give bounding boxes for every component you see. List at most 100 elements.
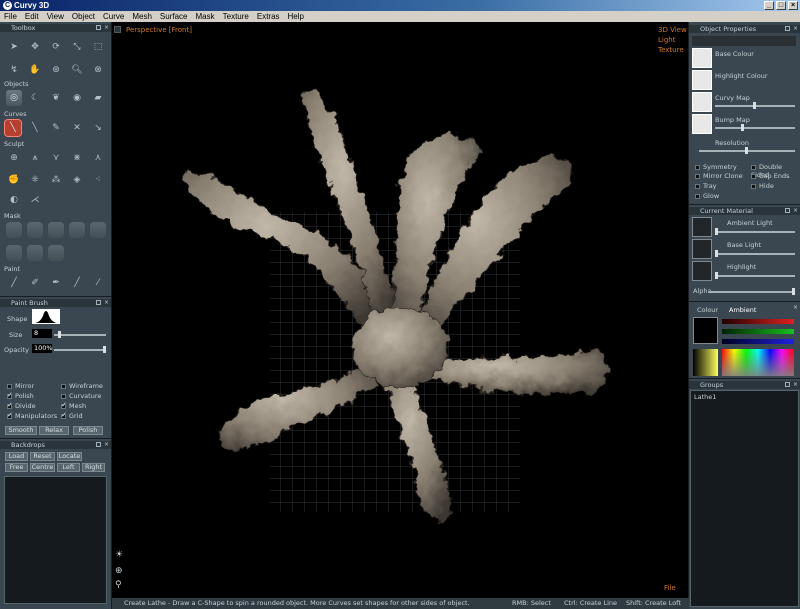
red-channel-slider[interactable] [722, 319, 794, 324]
menu-mask[interactable]: Mask [192, 11, 219, 22]
sculpt-inflate-icon[interactable]: ⋌ [27, 192, 43, 208]
alpha-slider[interactable] [709, 288, 795, 295]
file-label[interactable]: File [664, 584, 676, 592]
sculpt-flatten-icon[interactable]: ⋏ [90, 150, 106, 166]
opacity-input[interactable]: 100% [32, 344, 53, 353]
twist-icon[interactable]: ↯ [6, 62, 22, 78]
size-input[interactable]: 8 [32, 329, 52, 338]
mirror-clone-checkbox[interactable]: Mirror Clone [695, 172, 743, 180]
bump-map-slider[interactable] [715, 124, 795, 131]
menu-texture[interactable]: Texture [219, 11, 253, 22]
rotate-icon[interactable]: ⟳ [48, 39, 64, 55]
sculpt-eye-icon[interactable]: ◈ [69, 172, 85, 188]
pin-icon[interactable] [96, 442, 101, 447]
highlight-swatch[interactable] [692, 261, 712, 281]
manipulators-checkbox[interactable]: Manipulators [7, 411, 57, 420]
mask-tool-4-icon[interactable] [69, 222, 85, 238]
minimize-button[interactable]: _ [764, 1, 774, 10]
curve-draw-icon[interactable]: ╲ [4, 119, 22, 137]
close-icon[interactable]: × [793, 207, 798, 215]
wireframe-checkbox[interactable]: Wireframe [61, 382, 103, 390]
base-light-swatch[interactable] [692, 239, 712, 259]
polish-button[interactable]: Polish [73, 426, 103, 435]
close-icon[interactable]: × [104, 441, 109, 449]
close-icon[interactable]: × [793, 304, 798, 311]
sculpt-crease-icon[interactable]: ◐ [6, 192, 22, 208]
glow-checkbox[interactable]: Glow [695, 192, 719, 200]
menu-view[interactable]: View [43, 11, 68, 22]
sculpt-spread-icon[interactable]: ⁜ [27, 172, 43, 188]
paint-dropper-icon[interactable]: ✒ [48, 275, 64, 291]
locate-button[interactable]: Locate [57, 452, 82, 461]
paint-pencil-icon[interactable]: ✐ [27, 275, 43, 291]
pin-icon[interactable] [785, 382, 790, 387]
transform-icon[interactable]: ⬚ [90, 39, 106, 55]
mesh-checkbox[interactable]: Mesh [61, 401, 86, 410]
group-item-lathe1[interactable]: Lathe1 [694, 393, 716, 401]
sculpt-push-icon[interactable]: ⋎ [48, 150, 64, 166]
menu-edit[interactable]: Edit [21, 11, 43, 22]
menu-mesh[interactable]: Mesh [128, 11, 156, 22]
sculpt-pull-icon[interactable]: ⩚ [27, 150, 43, 166]
curvy-map-swatch[interactable] [692, 92, 712, 112]
pin-icon[interactable] [96, 300, 101, 305]
orbit-icon[interactable]: ⊛ [48, 62, 64, 78]
sculpt-hand-icon[interactable]: ✊ [6, 172, 22, 188]
curve-cross-icon[interactable]: ✕ [69, 120, 85, 136]
colour-spectrum-picker[interactable] [722, 349, 794, 376]
cap-ends-checkbox[interactable]: Cap Ends [751, 172, 789, 180]
orbit-nav-icon[interactable]: ⊕ [115, 566, 123, 576]
scale-icon[interactable]: ⤡ [69, 39, 85, 55]
tab-ambient[interactable]: Ambient [729, 306, 756, 314]
highlight-colour-swatch[interactable] [692, 70, 712, 90]
curve-knife-icon[interactable]: ✎ [48, 120, 64, 136]
lathe-object-icon[interactable]: ◎ [6, 90, 22, 106]
grid-checkbox[interactable]: Grid [61, 411, 83, 420]
highlight-slider[interactable] [715, 272, 795, 279]
sculpt-scatter-icon[interactable]: ⁂ [48, 172, 64, 188]
sculpt-sphere-icon[interactable]: ⊕ [6, 150, 22, 166]
paint-eraser-icon[interactable]: ⁄ [90, 275, 106, 291]
sculpt-smudge-icon[interactable]: ⁖ [90, 172, 106, 188]
view-cube-icon[interactable]: ⊗ [90, 62, 106, 78]
backdrop-preview[interactable] [4, 476, 107, 604]
ambient-light-slider[interactable] [715, 228, 795, 235]
mask-tool-7-icon[interactable] [27, 245, 43, 261]
3d-viewport[interactable]: Perspective [Front] 3D View Light Textur… [112, 22, 688, 598]
mask-tool-6-icon[interactable] [6, 245, 22, 261]
sculpt-pinch-icon[interactable]: ⋇ [69, 150, 85, 166]
curvature-checkbox[interactable]: Curvature [61, 392, 101, 400]
menu-file[interactable]: File [0, 11, 21, 22]
mask-tool-2-icon[interactable] [27, 222, 43, 238]
left-button[interactable]: Left [57, 463, 80, 472]
light-bulb-icon[interactable]: ☀ [115, 550, 123, 560]
right-button[interactable]: Right [82, 463, 105, 472]
hide-checkbox[interactable]: Hide [751, 182, 774, 190]
mask-tool-8-icon[interactable] [48, 245, 64, 261]
centre-button[interactable]: Centre [30, 463, 55, 472]
curvy-map-slider[interactable] [715, 102, 795, 109]
curl-object-icon[interactable]: ☾ [27, 90, 43, 106]
paint-brush-icon[interactable]: ╱ [6, 275, 22, 291]
pin-icon[interactable] [785, 26, 790, 31]
green-channel-slider[interactable] [722, 329, 794, 334]
plane-object-icon[interactable]: ▰ [90, 90, 106, 106]
blue-channel-slider[interactable] [722, 339, 794, 344]
ambient-light-swatch[interactable] [692, 217, 712, 237]
maximize-button[interactable]: □ [776, 1, 786, 10]
loft-object-icon[interactable]: ❦ [48, 90, 64, 106]
mirror-checkbox[interactable]: Mirror [7, 382, 34, 390]
base-colour-swatch[interactable] [692, 48, 712, 68]
pan-hand-icon[interactable]: ✋ [27, 62, 43, 78]
smooth-button[interactable]: Smooth [5, 426, 37, 435]
mask-tool-3-icon[interactable] [48, 222, 64, 238]
bump-map-swatch[interactable] [692, 114, 712, 134]
sphere-object-icon[interactable]: ◉ [69, 90, 85, 106]
curve-edit-icon[interactable]: ↘ [90, 120, 106, 136]
load-button[interactable]: Load [5, 452, 28, 461]
menu-extras[interactable]: Extras [253, 11, 284, 22]
mask-tool-1-icon[interactable] [6, 222, 22, 238]
close-button[interactable]: × [788, 1, 798, 10]
menu-surface[interactable]: Surface [156, 11, 192, 22]
relax-button[interactable]: Relax [39, 426, 69, 435]
